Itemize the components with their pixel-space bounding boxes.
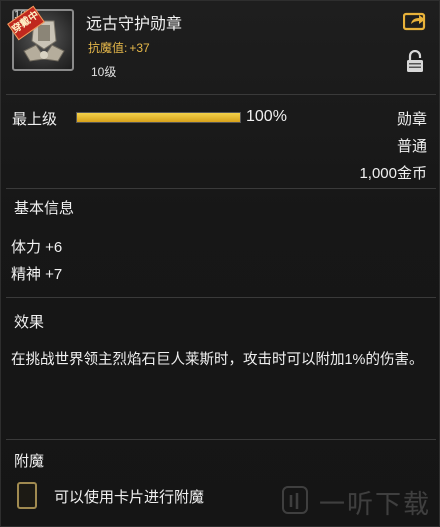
lock-icon — [407, 49, 423, 72]
stat-spirit: 精神 +7 — [11, 266, 63, 283]
item-type: 勋章 — [396, 111, 427, 128]
item-tooltip: 10 穿戴中 远古守护勋章 抗魔值:+37 10级 最上级 100% 勋章 普通… — [0, 0, 440, 527]
enchant-title: 附魔 — [14, 453, 45, 470]
grade-progress-fill — [77, 113, 240, 122]
watermark: 一听下载 — [319, 489, 432, 519]
item-rarity: 普通 — [396, 138, 427, 155]
divider — [6, 188, 436, 189]
stat-vitality: 体力 +6 — [11, 239, 63, 256]
effect-title: 效果 — [14, 314, 45, 331]
enchant-label: 抗魔值: — [88, 41, 128, 55]
divider — [6, 297, 436, 298]
grade-label: 最上级 — [12, 111, 58, 128]
item-level: 10级 — [91, 65, 117, 79]
effect-description: 在挑战世界领主烈焰石巨人莱斯时，攻击时可以附加1%的伤害。 — [11, 352, 424, 368]
grade-progress-bar — [76, 112, 241, 123]
enchant-hint: 可以使用卡片进行附魔 — [54, 489, 205, 506]
divider — [6, 439, 436, 440]
share-button[interactable] — [402, 11, 427, 31]
item-price: 1,000金币 — [359, 165, 427, 182]
divider — [6, 94, 436, 95]
watermark-logo-icon — [281, 485, 309, 515]
enchant-value: +37 — [129, 41, 150, 55]
grade-percent: 100% — [246, 108, 287, 125]
item-name: 远古守护勋章 — [86, 16, 183, 33]
lock-button[interactable] — [405, 49, 425, 74]
basic-info-title: 基本信息 — [14, 200, 75, 217]
share-icon — [402, 12, 426, 31]
enchant-value-line: 抗魔值: +37 — [88, 39, 150, 56]
enchant-card-slot[interactable] — [17, 482, 37, 509]
